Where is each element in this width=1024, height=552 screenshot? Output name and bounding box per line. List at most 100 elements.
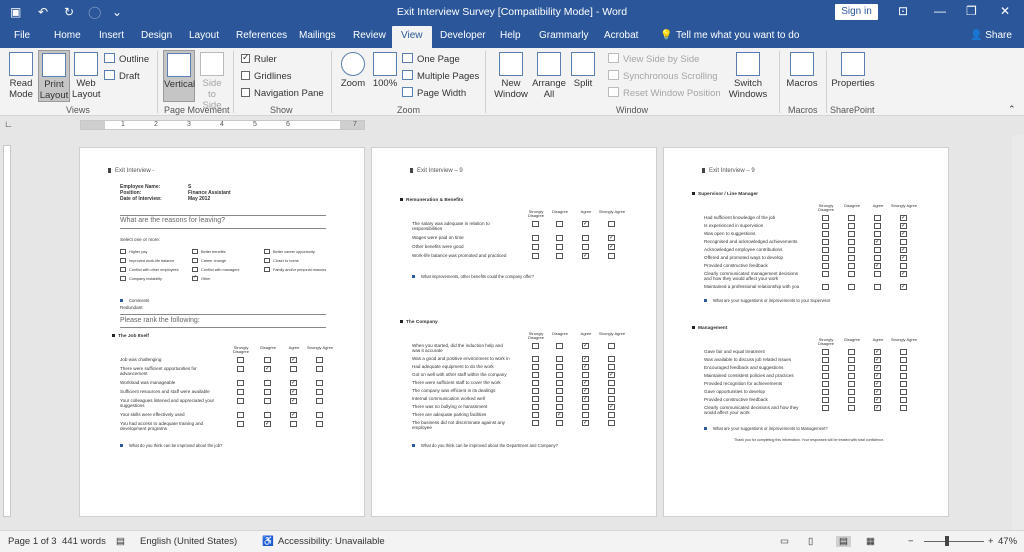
rating-checkbox[interactable]	[237, 421, 244, 427]
rating-checkbox[interactable]	[556, 404, 563, 410]
restore-icon[interactable]: ❐	[966, 4, 977, 18]
reason-option[interactable]: Better career opportunity	[264, 249, 315, 255]
rating-checkbox[interactable]	[608, 356, 615, 362]
rating-checkbox[interactable]	[900, 373, 907, 379]
web-layout-button[interactable]: Web Layout	[72, 52, 101, 100]
rating-checkbox[interactable]	[848, 284, 855, 290]
rating-checkbox[interactable]	[822, 397, 829, 403]
rating-checkbox[interactable]	[874, 231, 881, 237]
rating-checkbox[interactable]	[848, 255, 855, 261]
rating-checkbox[interactable]	[874, 397, 881, 403]
read-mode-button[interactable]: Read Mode	[6, 52, 36, 100]
rating-checkbox[interactable]	[848, 247, 855, 253]
rating-checkbox[interactable]	[608, 221, 615, 227]
rating-checkbox[interactable]	[900, 284, 907, 290]
rating-checkbox[interactable]	[848, 349, 855, 355]
rating-checkbox[interactable]	[848, 223, 855, 229]
rating-checkbox[interactable]	[848, 397, 855, 403]
rating-checkbox[interactable]	[900, 223, 907, 229]
rating-checkbox[interactable]	[874, 215, 881, 221]
rating-checkbox[interactable]	[316, 380, 323, 386]
arrange-all-button[interactable]: Arrange All	[532, 52, 566, 100]
rating-checkbox[interactable]	[900, 247, 907, 253]
rating-checkbox[interactable]	[316, 421, 323, 427]
rating-checkbox[interactable]	[822, 231, 829, 237]
rating-checkbox[interactable]	[822, 389, 829, 395]
new-window-button[interactable]: New Window	[494, 52, 528, 100]
rating-checkbox[interactable]	[900, 239, 907, 245]
rating-checkbox[interactable]	[556, 412, 563, 418]
rating-checkbox[interactable]	[556, 372, 563, 378]
rating-checkbox[interactable]	[848, 373, 855, 379]
rating-checkbox[interactable]	[874, 373, 881, 379]
rating-checkbox[interactable]	[316, 366, 323, 372]
rating-checkbox[interactable]	[822, 405, 829, 411]
rating-checkbox[interactable]	[290, 389, 297, 395]
tab-file[interactable]: File	[14, 30, 30, 41]
rating-checkbox[interactable]	[532, 364, 539, 370]
zoom-in-button[interactable]: +	[988, 536, 994, 547]
page-width-button[interactable]: Page Width	[402, 87, 466, 99]
tab-home[interactable]: Home	[54, 30, 81, 41]
rating-checkbox[interactable]	[848, 271, 855, 277]
tell-me-search[interactable]: Tell me what you want to do	[676, 30, 799, 41]
rating-checkbox[interactable]	[822, 255, 829, 261]
rating-checkbox[interactable]	[582, 364, 589, 370]
rating-checkbox[interactable]	[556, 343, 563, 349]
zoom-button[interactable]: Zoom	[338, 52, 368, 89]
rating-checkbox[interactable]	[556, 388, 563, 394]
rating-checkbox[interactable]	[237, 380, 244, 386]
rating-checkbox[interactable]	[848, 231, 855, 237]
rating-checkbox[interactable]	[316, 389, 323, 395]
tab-insert[interactable]: Insert	[99, 30, 124, 41]
rating-checkbox[interactable]	[900, 365, 907, 371]
rating-checkbox[interactable]	[582, 221, 589, 227]
rating-checkbox[interactable]	[582, 356, 589, 362]
rating-checkbox[interactable]	[900, 263, 907, 269]
rating-checkbox[interactable]	[556, 253, 563, 259]
rating-checkbox[interactable]	[582, 388, 589, 394]
tab-acrobat[interactable]: Acrobat	[604, 30, 638, 41]
rating-checkbox[interactable]	[848, 357, 855, 363]
split-button[interactable]: Split	[569, 52, 597, 89]
rating-checkbox[interactable]	[532, 380, 539, 386]
rating-checkbox[interactable]	[608, 388, 615, 394]
rating-checkbox[interactable]	[532, 420, 539, 426]
focus-icon[interactable]: ▭	[780, 536, 789, 547]
tab-mailings[interactable]: Mailings	[299, 30, 336, 41]
rating-checkbox[interactable]	[532, 388, 539, 394]
rating-checkbox[interactable]	[874, 223, 881, 229]
draft-button[interactable]: Draft	[104, 70, 140, 82]
rating-checkbox[interactable]	[822, 365, 829, 371]
share-button[interactable]: 👤 Share	[970, 30, 1012, 41]
rating-checkbox[interactable]	[556, 364, 563, 370]
web-layout-view-icon[interactable]: ▦	[866, 536, 875, 547]
rating-checkbox[interactable]	[582, 235, 589, 241]
synchronous-scrolling-button[interactable]: Synchronous Scrolling	[608, 70, 718, 82]
rating-checkbox[interactable]	[582, 244, 589, 250]
rating-checkbox[interactable]	[608, 372, 615, 378]
rating-checkbox[interactable]	[848, 381, 855, 387]
rating-checkbox[interactable]	[874, 357, 881, 363]
rating-checkbox[interactable]	[264, 357, 271, 363]
rating-checkbox[interactable]	[822, 239, 829, 245]
rating-checkbox[interactable]	[264, 366, 271, 372]
reason-option[interactable]: Closer to home	[264, 258, 299, 264]
rating-checkbox[interactable]	[237, 398, 244, 404]
rating-checkbox[interactable]	[900, 397, 907, 403]
rating-checkbox[interactable]	[874, 247, 881, 253]
rating-checkbox[interactable]	[582, 412, 589, 418]
rating-checkbox[interactable]	[874, 271, 881, 277]
rating-checkbox[interactable]	[848, 365, 855, 371]
rating-checkbox[interactable]	[532, 235, 539, 241]
ruler-checkbox[interactable]: Ruler	[241, 52, 277, 65]
rating-checkbox[interactable]	[532, 412, 539, 418]
rating-checkbox[interactable]	[848, 215, 855, 221]
rating-checkbox[interactable]	[237, 366, 244, 372]
read-mode-view-icon[interactable]: ▯	[808, 536, 813, 547]
rating-checkbox[interactable]	[848, 239, 855, 245]
reason-option[interactable]: Conflict with managers	[192, 267, 239, 273]
rating-checkbox[interactable]	[874, 381, 881, 387]
tab-selector-icon[interactable]: ∟	[4, 119, 13, 129]
reason-option[interactable]: Higher pay	[120, 249, 147, 255]
